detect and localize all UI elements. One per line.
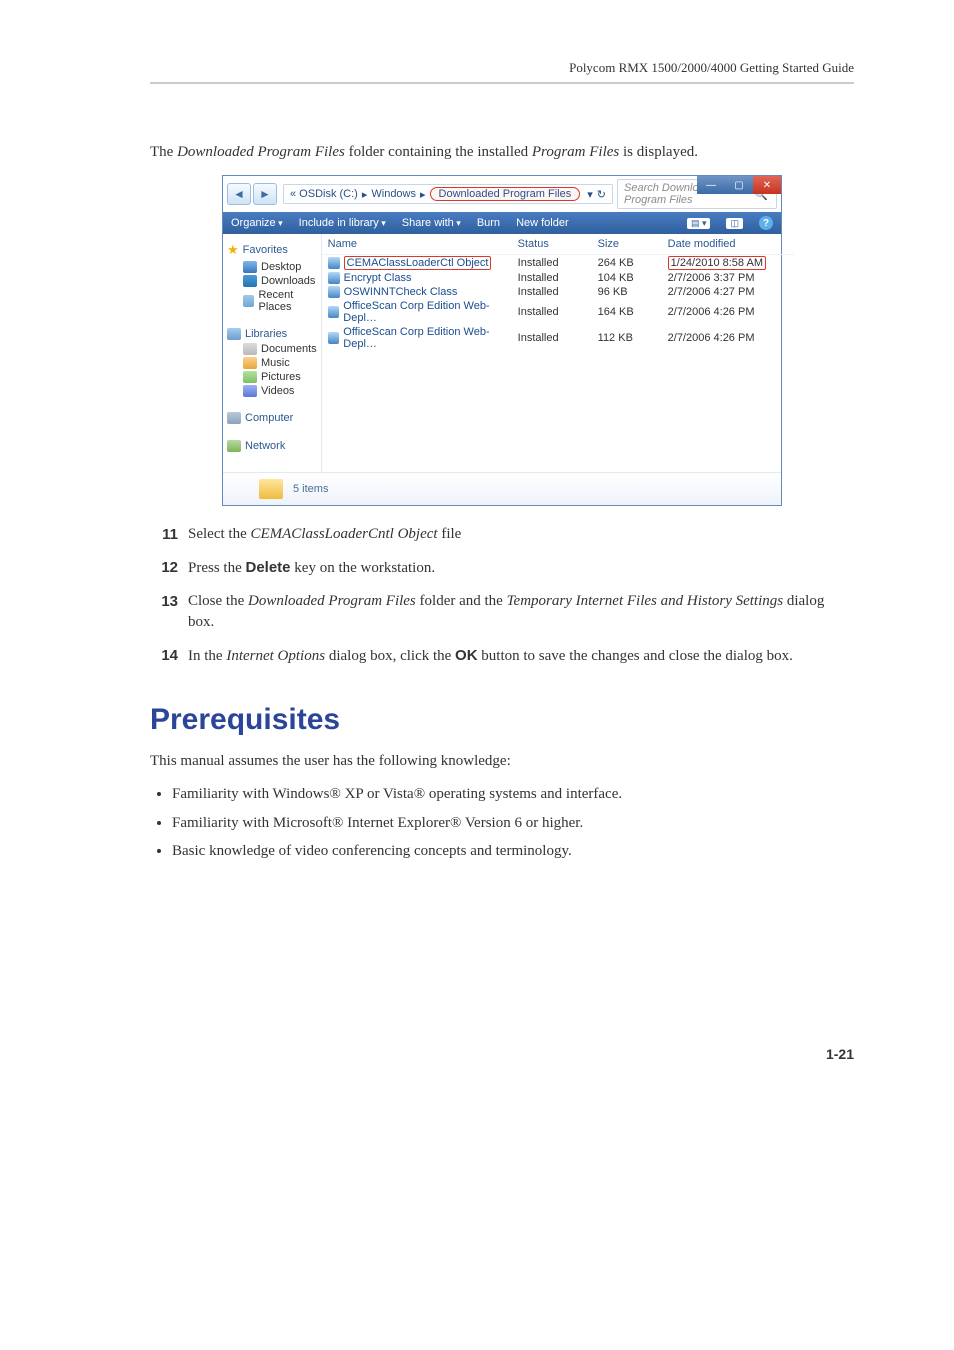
- nav-computer[interactable]: Computer: [227, 410, 317, 426]
- refresh-icon[interactable]: ↻: [593, 188, 606, 201]
- maximize-button[interactable]: ▢: [725, 176, 753, 194]
- prereq-list: Familiarity with Windows® XP or Vista® o…: [172, 780, 854, 866]
- file-row[interactable]: OfficeScan Corp Edition Web-Depl… Instal…: [322, 325, 794, 351]
- nav-network[interactable]: Network: [227, 438, 317, 454]
- desktop-icon: [243, 261, 257, 273]
- col-header-date[interactable]: Date modified: [668, 238, 788, 250]
- nav-recent-places[interactable]: Recent Places: [227, 288, 317, 314]
- activex-icon: [328, 306, 340, 318]
- videos-icon: [243, 385, 257, 397]
- new-folder-button[interactable]: New folder: [516, 217, 569, 229]
- nav-favorites[interactable]: ★Favorites: [227, 240, 317, 260]
- explorer-toolbar: Organize Include in library Share with B…: [223, 212, 781, 234]
- view-options-icon[interactable]: ▤ ▾: [687, 218, 711, 229]
- recent-icon: [243, 295, 254, 307]
- activex-icon: [328, 272, 340, 284]
- activex-icon: [328, 257, 340, 269]
- file-row[interactable]: CEMAClassLoaderCtl Object Installed 264 …: [322, 255, 794, 271]
- network-icon: [227, 440, 241, 452]
- navigation-pane: ★Favorites Desktop Downloads Recent Plac…: [223, 234, 322, 472]
- nav-videos[interactable]: Videos: [227, 384, 317, 398]
- nav-pictures[interactable]: Pictures: [227, 370, 317, 384]
- nav-libraries[interactable]: Libraries: [227, 326, 317, 342]
- page-header: Polycom RMX 1500/2000/4000 Getting Start…: [150, 60, 854, 84]
- minimize-button[interactable]: —: [697, 176, 725, 194]
- nav-music[interactable]: Music: [227, 356, 317, 370]
- forward-button[interactable]: ►: [253, 183, 277, 205]
- column-headers[interactable]: Name Status Size Date modified: [322, 234, 794, 255]
- prereq-intro: This manual assumes the user has the fol…: [150, 751, 854, 772]
- libraries-icon: [227, 328, 241, 340]
- nav-downloads[interactable]: Downloads: [227, 274, 317, 288]
- step-12: 12 Press the Delete key on the workstati…: [150, 551, 854, 585]
- file-row[interactable]: OSWINNTCheck Class Installed 96 KB 2/7/2…: [322, 285, 794, 299]
- prereq-item: Familiarity with Windows® XP or Vista® o…: [172, 780, 854, 809]
- preview-pane-icon[interactable]: ◫: [726, 218, 743, 229]
- music-icon: [243, 357, 257, 369]
- breadcrumb-osdisk[interactable]: « OSDisk (C:): [290, 188, 358, 200]
- status-text: 5 items: [293, 483, 328, 495]
- step-list: 11 Select the CEMAClassLoaderCntl Object…: [150, 518, 854, 673]
- downloads-icon: [243, 275, 257, 287]
- help-icon[interactable]: ?: [759, 216, 773, 230]
- breadcrumb-current[interactable]: Downloaded Program Files: [430, 187, 581, 201]
- file-row[interactable]: OfficeScan Corp Edition Web-Depl… Instal…: [322, 299, 794, 325]
- burn-button[interactable]: Burn: [477, 217, 500, 229]
- step-14: 14 In the Internet Options dialog box, c…: [150, 639, 854, 673]
- activex-icon: [328, 286, 340, 298]
- nav-desktop[interactable]: Desktop: [227, 260, 317, 274]
- back-button[interactable]: ◄: [227, 183, 251, 205]
- explorer-window: — ▢ ✕ ◄ ► « OSDisk (C:) ▸ Windows ▸ Down…: [222, 175, 782, 506]
- prereq-item: Basic knowledge of video conferencing co…: [172, 837, 854, 866]
- section-heading: Prerequisites: [150, 703, 854, 737]
- file-list-pane: Name Status Size Date modified CEMAClass…: [322, 234, 794, 472]
- nav-documents[interactable]: Documents: [227, 342, 317, 356]
- star-icon: ★: [227, 242, 239, 258]
- page-number: 1-21: [150, 1046, 854, 1062]
- close-button[interactable]: ✕: [753, 176, 781, 194]
- file-row[interactable]: Encrypt Class Installed 104 KB 2/7/2006 …: [322, 271, 794, 285]
- step-13: 13 Close the Downloaded Program Files fo…: [150, 585, 854, 639]
- col-header-status[interactable]: Status: [518, 238, 598, 250]
- include-in-library-menu[interactable]: Include in library: [299, 217, 386, 229]
- step-11: 11 Select the CEMAClassLoaderCntl Object…: [150, 518, 854, 551]
- window-controls: — ▢ ✕: [697, 176, 781, 194]
- organize-menu[interactable]: Organize: [231, 217, 283, 229]
- col-header-size[interactable]: Size: [598, 238, 668, 250]
- computer-icon: [227, 412, 241, 424]
- documents-icon: [243, 343, 257, 355]
- share-with-menu[interactable]: Share with: [402, 217, 461, 229]
- pictures-icon: [243, 371, 257, 383]
- folder-icon: [259, 479, 283, 499]
- address-bar[interactable]: « OSDisk (C:) ▸ Windows ▸ Downloaded Pro…: [283, 184, 613, 204]
- prereq-item: Familiarity with Microsoft® Internet Exp…: [172, 809, 854, 838]
- col-header-name[interactable]: Name: [328, 238, 518, 250]
- breadcrumb-windows[interactable]: Windows: [371, 188, 416, 200]
- activex-icon: [328, 332, 340, 344]
- status-bar: 5 items: [223, 472, 781, 505]
- intro-paragraph: The Downloaded Program Files folder cont…: [150, 144, 854, 161]
